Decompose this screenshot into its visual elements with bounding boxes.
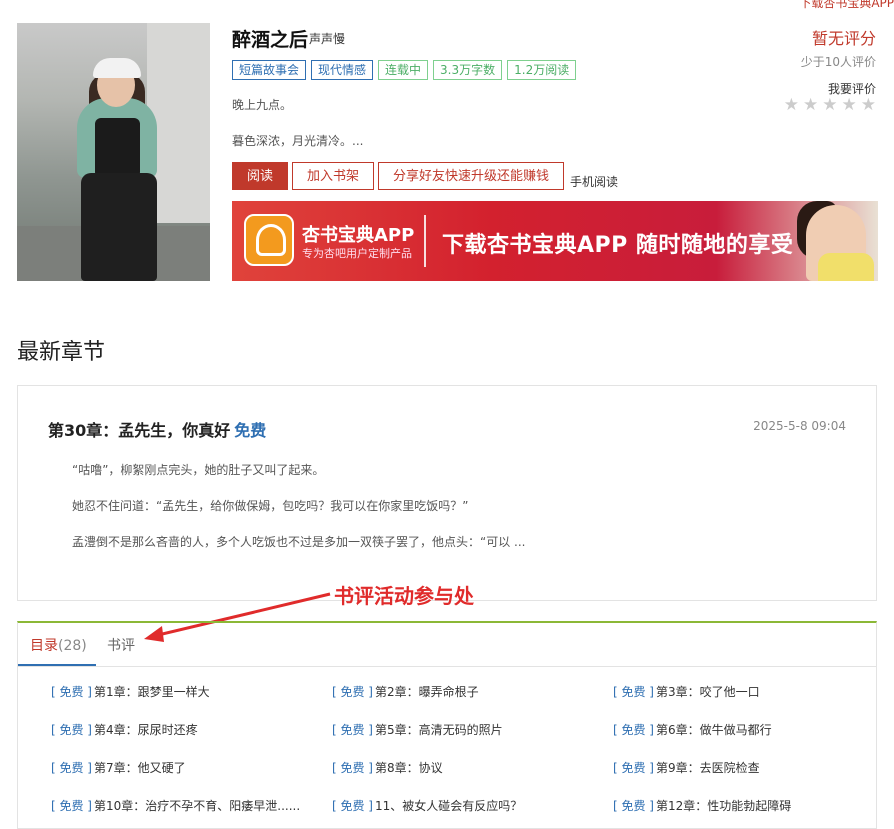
latest-chapter-free-badge: 免费: [234, 421, 267, 440]
free-label: [ 免费 ]: [51, 723, 92, 737]
chapter-item[interactable]: [ 免费 ] 第6章：做牛做马都行: [613, 721, 883, 738]
chapter-item[interactable]: [ 免费 ] 第5章：高清无码的照片: [332, 721, 602, 738]
free-label: [ 免费 ]: [332, 723, 373, 737]
cover-figure-cap: [93, 58, 141, 78]
banner-model-top: [818, 253, 874, 281]
banner-app-subtitle: 专为杏吧用户定制产品: [302, 247, 412, 260]
star-icon[interactable]: ★: [861, 95, 876, 115]
app-download-banner[interactable]: 杏书宝典APP 专为杏吧用户定制产品 下载杏书宝典APP 随时随地的享受: [232, 201, 878, 281]
star-icon[interactable]: ★: [842, 95, 857, 115]
tab-catalog-count: (28): [58, 638, 87, 654]
latest-chapter-paragraph-3: 孟澧倒不是那么吝啬的人，多个人吃饭也不过是多加一双筷子罢了，他点头：“可以 ..…: [72, 535, 526, 549]
book-intro-line-1: 晚上九点。: [232, 98, 293, 112]
chapter-title: 第9章：去医院检查: [656, 761, 760, 775]
chapter-title: 第6章：做牛做马都行: [656, 723, 772, 737]
tab-review[interactable]: 书评: [107, 635, 135, 655]
latest-chapter-paragraph-2: 她忍不住问道：“孟先生，给你做保姆，包吃吗？我可以在你家里吃饭吗？”: [72, 499, 469, 513]
chapter-title: 第7章：他又硬了: [94, 761, 186, 775]
banner-divider: [424, 215, 426, 267]
free-label: [ 免费 ]: [332, 761, 373, 775]
book-intro-line-2: 暮色深浓，月光清冷。...: [232, 134, 364, 148]
chapter-item[interactable]: [ 免费 ] 第8章：协议: [332, 759, 602, 776]
free-label: [ 免费 ]: [332, 799, 373, 813]
star-icon[interactable]: ★: [822, 95, 837, 115]
free-label: [ 免费 ]: [613, 723, 654, 737]
latest-chapter-heading: 最新章节: [17, 340, 106, 365]
download-app-link[interactable]: 下载杏书宝典APP: [799, 0, 894, 11]
tag-category[interactable]: 短篇故事会: [232, 60, 307, 80]
book-tags: 短篇故事会 现代情感 连载中 3.3万字数 1.2万阅读: [232, 60, 577, 80]
catalog-tabs: 目录(28) 书评: [18, 623, 876, 667]
tab-catalog-label: 目录: [30, 638, 58, 654]
read-button[interactable]: 阅读: [232, 162, 289, 190]
chapter-title: 第10章：治疗不孕不育、阳痿早泄......: [94, 799, 301, 813]
chapter-title: 第12章：性功能勃起障碍: [656, 799, 792, 813]
tag-status: 连载中: [378, 60, 429, 80]
book-author[interactable]: 声声慢: [309, 30, 345, 47]
chapter-item[interactable]: [ 免费 ] 11、被女人碰会有反应吗？: [332, 797, 602, 814]
chapter-item[interactable]: [ 免费 ] 第2章：曝弄命根子: [332, 683, 602, 700]
tab-active-indicator: [18, 664, 96, 666]
chapter-item[interactable]: [ 免费 ] 第12章：性功能勃起障碍: [613, 797, 883, 814]
free-label: [ 免费 ]: [613, 799, 654, 813]
chapter-item[interactable]: [ 免费 ] 第10章：治疗不孕不育、阳痿早泄......: [51, 797, 321, 814]
latest-chapter-title-text: 第30章：孟先生，你真好: [48, 421, 231, 440]
rating-stars[interactable]: ★ ★ ★ ★ ★: [784, 95, 876, 115]
chapter-catalog: 目录(28) 书评 [ 免费 ] 第1章：跟梦里一样大 [ 免费 ] 第2章：曝弄命…: [17, 621, 877, 829]
banner-slogan: 下载杏书宝典APP 随时随地的享受: [442, 233, 794, 258]
share-button[interactable]: 分享好友快速升级还能赚钱: [378, 162, 565, 190]
book-title: 醉酒之后: [232, 29, 309, 51]
annotation-label: 书评活动参与处: [334, 584, 474, 608]
mobile-read-link[interactable]: 手机阅读: [570, 173, 618, 190]
tag-read-count: 1.2万阅读: [507, 60, 577, 80]
chapter-item[interactable]: [ 免费 ] 第7章：他又硬了: [51, 759, 321, 776]
free-label: [ 免费 ]: [51, 761, 92, 775]
free-label: [ 免费 ]: [332, 685, 373, 699]
chapter-title: 第4章：尿尿时还疼: [94, 723, 198, 737]
cover-figure-top: [95, 118, 140, 178]
star-icon[interactable]: ★: [803, 95, 818, 115]
latest-chapter-card[interactable]: 第30章：孟先生，你真好 免费 2025-5-8 09:04 “咕噜”，柳絮刚点完…: [17, 385, 877, 601]
free-label: [ 免费 ]: [613, 761, 654, 775]
tab-catalog[interactable]: 目录(28): [30, 635, 87, 655]
latest-chapter-title[interactable]: 第30章：孟先生，你真好 免费: [48, 417, 266, 441]
chapter-title: 第2章：曝弄命根子: [375, 685, 479, 699]
chapter-item[interactable]: [ 免费 ] 第9章：去医院检查: [613, 759, 883, 776]
book-cover-image[interactable]: [17, 23, 210, 281]
free-label: [ 免费 ]: [51, 799, 92, 813]
banner-app-name: 杏书宝典APP: [302, 225, 415, 246]
chapter-title: 11、被女人碰会有反应吗？: [375, 799, 523, 813]
chapter-title: 第1章：跟梦里一样大: [94, 685, 210, 699]
tag-word-count: 3.3万字数: [433, 60, 503, 80]
book-action-buttons: 阅读 加入书架 分享好友快速升级还能赚钱 手机阅读: [232, 162, 618, 190]
chapter-title: 第8章：协议: [375, 761, 443, 775]
latest-chapter-date: 2025-5-8 09:04: [753, 419, 846, 433]
chapter-item[interactable]: [ 免费 ] 第1章：跟梦里一样大: [51, 683, 321, 700]
tag-genre[interactable]: 现代情感: [311, 60, 374, 80]
app-logo-glyph: [256, 224, 286, 256]
chapter-title: 第5章：高清无码的照片: [375, 723, 503, 737]
chapter-item[interactable]: [ 免费 ] 第3章：咬了他一口: [613, 683, 883, 700]
free-label: [ 免费 ]: [51, 685, 92, 699]
rating-score: 暂无评分: [811, 29, 876, 48]
app-logo-icon: [244, 214, 294, 266]
add-to-shelf-button[interactable]: 加入书架: [292, 162, 375, 190]
cover-figure-legs: [81, 173, 157, 281]
rating-count: 少于10人评价: [800, 55, 876, 69]
latest-chapter-paragraph-1: “咕噜”，柳絮刚点完头，她的肚子又叫了起来。: [72, 463, 325, 477]
chapter-title: 第3章：咬了他一口: [656, 685, 760, 699]
chapter-item[interactable]: [ 免费 ] 第4章：尿尿时还疼: [51, 721, 321, 738]
star-icon[interactable]: ★: [784, 95, 799, 115]
free-label: [ 免费 ]: [613, 685, 654, 699]
